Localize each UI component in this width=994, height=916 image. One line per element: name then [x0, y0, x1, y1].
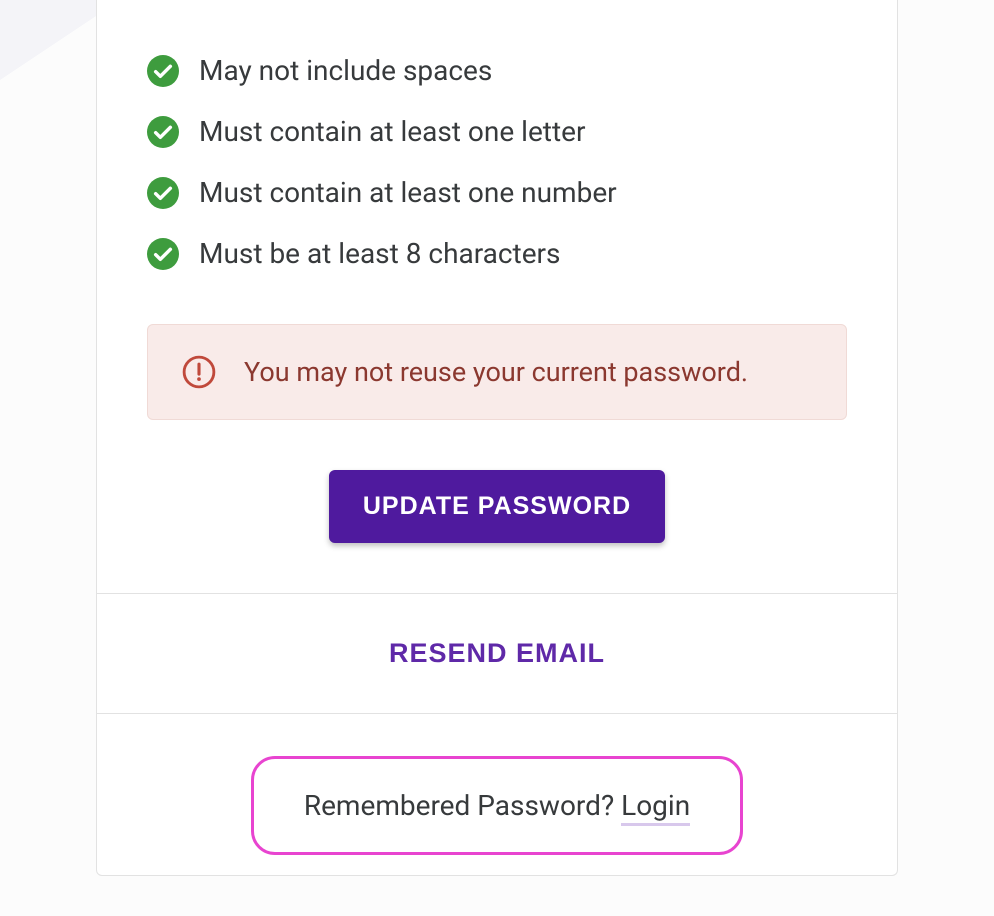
remembered-text: Remembered Password? — [304, 789, 621, 822]
alert-message: You may not reuse your current password. — [244, 356, 748, 388]
requirement-item: Must be at least 8 characters — [147, 223, 847, 284]
login-prompt-box: Remembered Password? Login — [251, 756, 743, 855]
check-circle-icon — [147, 116, 179, 148]
requirement-item: Must contain at least one number — [147, 162, 847, 223]
check-circle-icon — [147, 55, 179, 87]
card-footer: Remembered Password? Login — [97, 713, 897, 875]
card-main: May not include spaces Must contain at l… — [97, 0, 897, 593]
requirement-item: Must contain at least one letter — [147, 101, 847, 162]
error-alert: You may not reuse your current password. — [147, 324, 847, 420]
password-requirements-list: May not include spaces Must contain at l… — [147, 40, 847, 284]
update-password-button[interactable]: UPDATE PASSWORD — [329, 470, 665, 543]
requirement-text: Must contain at least one number — [199, 176, 617, 209]
login-prompt-text: Remembered Password? Login — [304, 789, 690, 826]
password-card: May not include spaces Must contain at l… — [96, 0, 898, 876]
check-circle-icon — [147, 177, 179, 209]
requirement-text: Must be at least 8 characters — [199, 237, 561, 270]
resend-email-button[interactable]: RESEND EMAIL — [389, 638, 605, 669]
requirement-text: May not include spaces — [199, 54, 492, 87]
check-circle-icon — [147, 238, 179, 270]
card-secondary: RESEND EMAIL — [97, 593, 897, 713]
requirement-text: Must contain at least one letter — [199, 115, 585, 148]
requirement-item: May not include spaces — [147, 40, 847, 101]
login-link[interactable]: Login — [621, 789, 690, 826]
alert-circle-icon — [182, 355, 216, 389]
